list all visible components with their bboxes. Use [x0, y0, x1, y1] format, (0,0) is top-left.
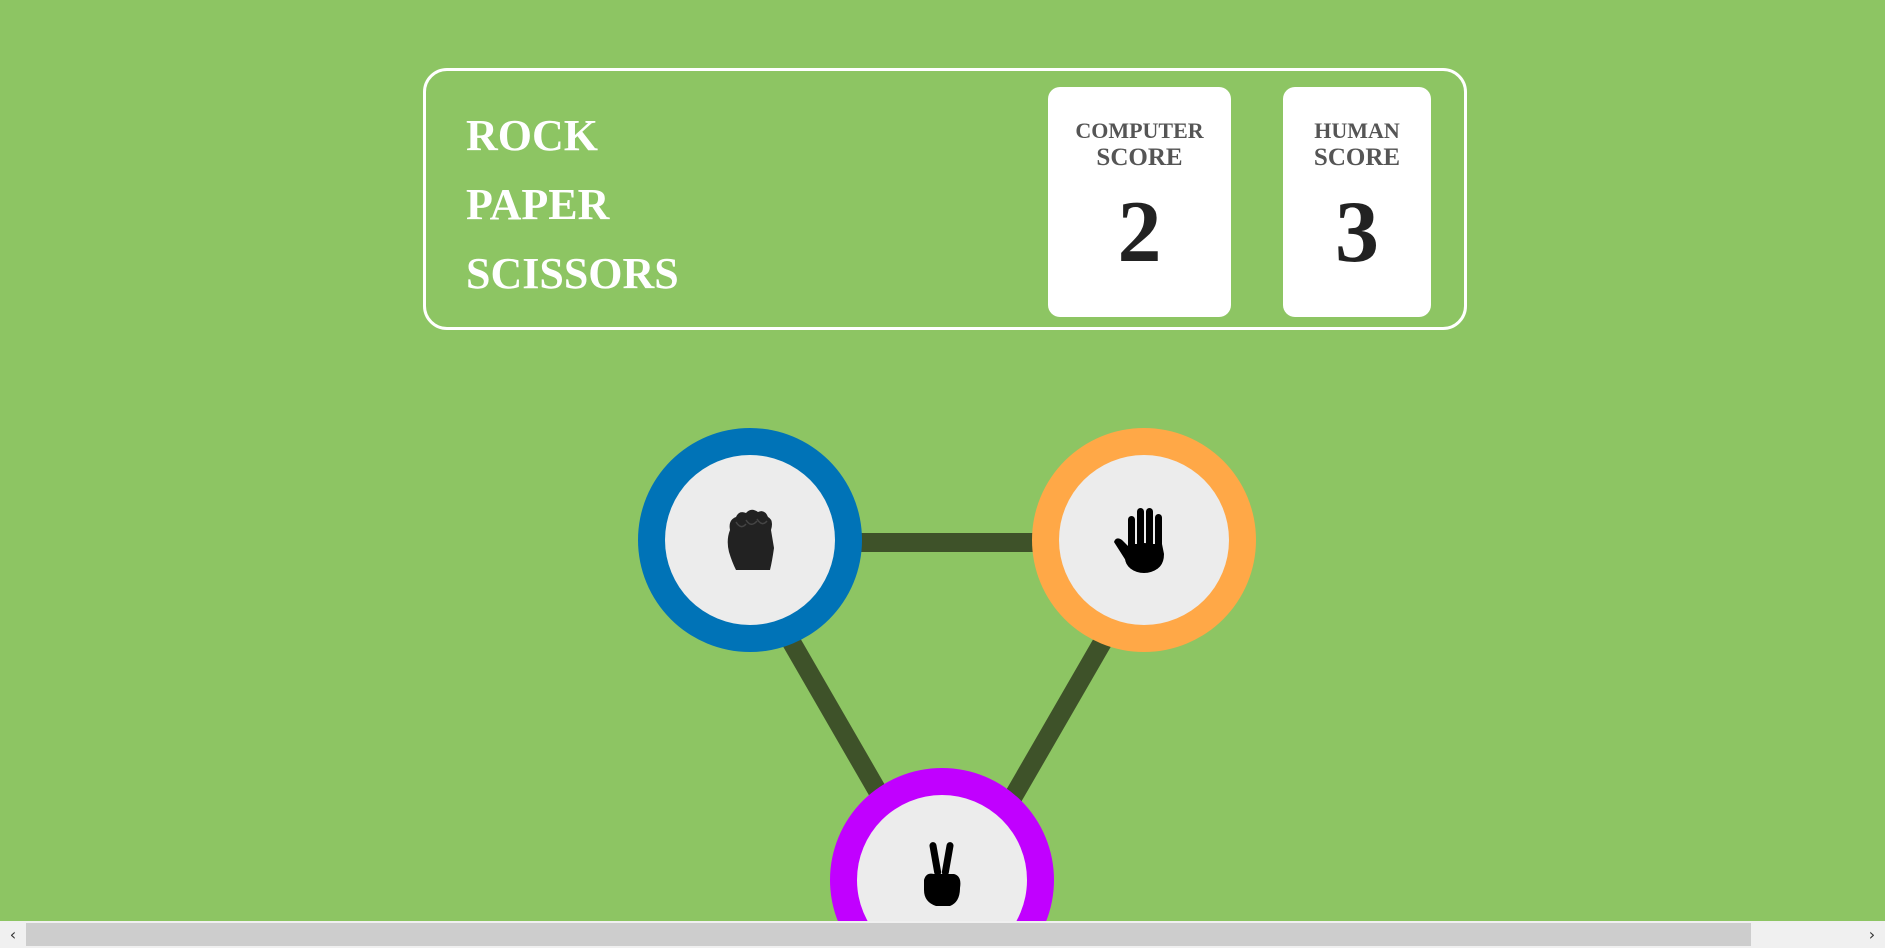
title-line-paper: PAPER: [466, 180, 610, 229]
scroll-right-arrow-icon[interactable]: ›: [1859, 921, 1885, 948]
computer-score-value: 2: [1117, 184, 1162, 281]
computer-score-label-bottom: SCORE: [1096, 144, 1183, 171]
game-stage: ROCK PAPER SCISSORS COMPUTER SCORE 2 HUM…: [0, 0, 1885, 948]
computer-score-card: COMPUTER SCORE 2: [1048, 87, 1231, 317]
score-header: ROCK PAPER SCISSORS COMPUTER SCORE 2 HUM…: [423, 68, 1467, 330]
computer-score-label-top: COMPUTER: [1075, 118, 1204, 143]
paper-button[interactable]: [1032, 428, 1256, 652]
scroll-left-arrow-icon[interactable]: ‹: [0, 921, 26, 948]
human-score-label-top: HUMAN: [1314, 118, 1400, 143]
human-score-card: HUMAN SCORE 3: [1283, 87, 1431, 317]
human-score-value: 3: [1335, 184, 1379, 281]
scrollbar-thumb[interactable]: [26, 923, 1751, 946]
rock-button[interactable]: [638, 428, 862, 652]
game-title: ROCK PAPER SCISSORS: [466, 101, 679, 308]
connector-rock-scissors: [781, 634, 894, 809]
connector-rock-paper: [850, 533, 1040, 552]
rock-fist-icon: [727, 509, 774, 570]
title-line-rock: ROCK: [466, 111, 598, 160]
scissors-peace-icon: [924, 842, 961, 906]
rock-icon-bg: [665, 455, 835, 625]
paper-icon-bg: [1059, 455, 1229, 625]
title-line-scissors: SCISSORS: [466, 249, 679, 298]
connector-paper-scissors: [1000, 634, 1113, 809]
horizontal-scrollbar[interactable]: ‹ ›: [0, 921, 1885, 948]
human-score-label-bottom: SCORE: [1313, 144, 1401, 171]
paper-hand-icon: [1114, 508, 1164, 573]
